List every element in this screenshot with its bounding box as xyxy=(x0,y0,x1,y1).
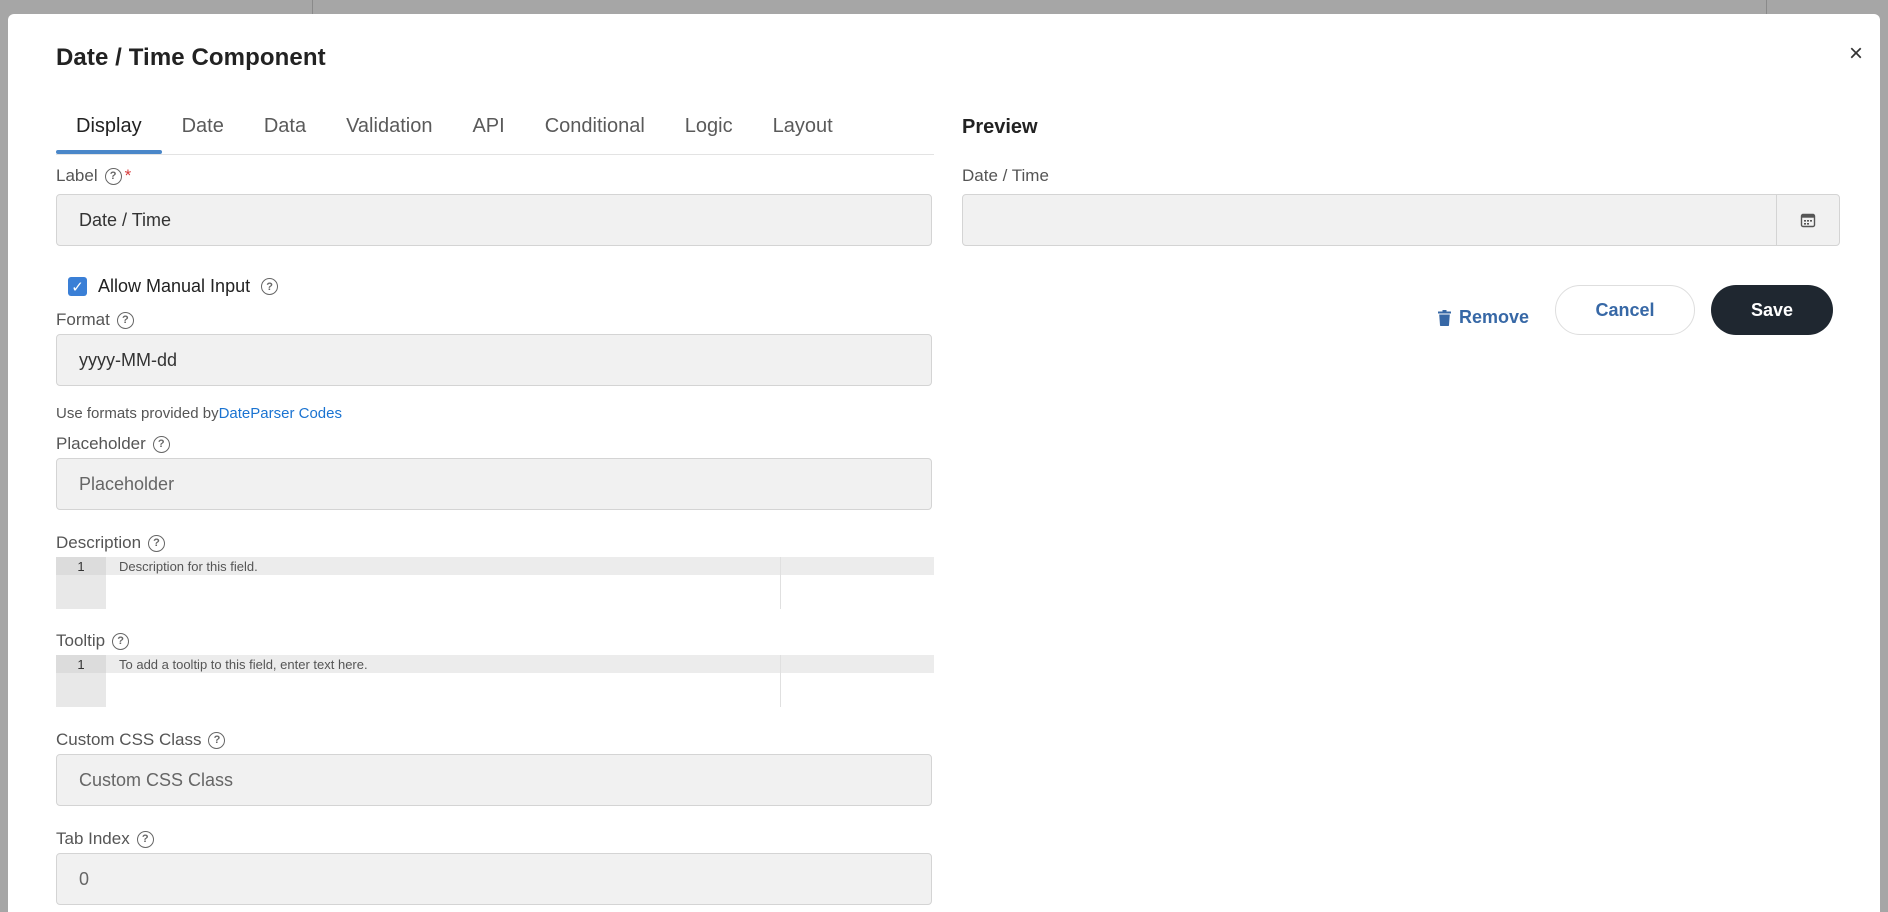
help-icon[interactable]: ? xyxy=(148,534,166,552)
backdrop-divider xyxy=(312,0,313,14)
backdrop-divider xyxy=(1766,0,1767,14)
format-hint-text: Use formats provided by xyxy=(56,405,219,422)
tab-data[interactable]: Data xyxy=(244,102,326,153)
help-icon[interactable]: ? xyxy=(261,278,279,295)
placeholder-input[interactable]: Placeholder xyxy=(56,458,932,510)
save-button[interactable]: Save xyxy=(1711,285,1833,335)
calendar-icon xyxy=(1800,213,1816,228)
tab-index-title: Tab Index xyxy=(56,829,130,848)
description-editor[interactable]: 1 Description for this field. xyxy=(56,557,934,609)
help-icon[interactable]: ? xyxy=(208,731,226,749)
help-icon[interactable]: ? xyxy=(136,830,154,848)
allow-manual-input-label[interactable]: Allow Manual Input xyxy=(98,276,250,297)
help-icon[interactable]: ? xyxy=(112,632,130,650)
tooltip-editor[interactable]: 1 To add a tooltip to this field, enter … xyxy=(56,655,934,707)
editor-placeholder: Description for this field. xyxy=(119,558,258,574)
preview-field-label: Date / Time xyxy=(962,166,1049,186)
label-input[interactable]: Date / Time xyxy=(56,194,932,246)
label-field-label: Label ? * xyxy=(56,166,131,186)
tab-logic[interactable]: Logic xyxy=(665,102,753,153)
label-title: Label xyxy=(56,166,98,185)
remove-label: Remove xyxy=(1459,307,1530,327)
help-icon[interactable]: ? xyxy=(104,167,122,185)
tab-validation[interactable]: Validation xyxy=(326,102,452,153)
preview-datetime-input[interactable] xyxy=(962,194,1840,246)
tooltip-title: Tooltip xyxy=(56,631,106,650)
trash-icon xyxy=(1438,309,1451,326)
placeholder-field-label: Placeholder ? xyxy=(56,434,170,454)
close-icon: × xyxy=(1848,40,1863,67)
tab-display[interactable]: Display xyxy=(56,102,162,154)
placeholder-title: Placeholder xyxy=(56,434,146,453)
allow-manual-input-row: ✓ Allow Manual Input ? xyxy=(68,276,279,297)
preview-label-text: Date / Time xyxy=(962,166,1049,185)
editor-print-margin xyxy=(780,655,781,707)
description-field-label: Description ? xyxy=(56,533,166,553)
tab-conditional[interactable]: Conditional xyxy=(525,102,665,153)
line-number: 1 xyxy=(56,557,106,575)
custom-css-title: Custom CSS Class xyxy=(56,730,202,749)
dialog-title: Date / Time Component xyxy=(56,44,326,71)
editor-placeholder: To add a tooltip to this field, enter te… xyxy=(119,656,368,672)
close-button[interactable]: × xyxy=(1844,40,1868,67)
allow-manual-input-checkbox[interactable]: ✓ xyxy=(68,277,87,296)
editor-print-margin xyxy=(780,557,781,609)
settings-tabs: Display Date Data Validation API Conditi… xyxy=(56,102,934,155)
tab-layout[interactable]: Layout xyxy=(753,102,853,153)
custom-css-input[interactable]: Custom CSS Class xyxy=(56,754,932,806)
custom-css-field-label: Custom CSS Class ? xyxy=(56,730,226,750)
preview-title: Preview xyxy=(962,116,1038,138)
tab-date[interactable]: Date xyxy=(162,102,244,153)
checkmark-icon: ✓ xyxy=(71,278,84,296)
cancel-button[interactable]: Cancel xyxy=(1555,285,1695,335)
tab-index-field-label: Tab Index ? xyxy=(56,829,154,849)
calendar-button[interactable] xyxy=(1776,195,1839,245)
component-settings-dialog: Date / Time Component × Display Date Dat… xyxy=(8,14,1880,912)
format-hint: Use formats provided byDateParser Codes xyxy=(56,405,342,422)
format-field-label: Format ? xyxy=(56,310,134,330)
dateparser-codes-link[interactable]: DateParser Codes xyxy=(219,405,342,422)
tab-api[interactable]: API xyxy=(452,102,524,153)
line-number: 1 xyxy=(56,655,106,673)
tab-index-input[interactable]: 0 xyxy=(56,853,932,905)
help-icon[interactable]: ? xyxy=(152,435,170,453)
remove-button[interactable]: Remove xyxy=(1438,307,1529,328)
format-title: Format xyxy=(56,310,110,329)
tooltip-field-label: Tooltip ? xyxy=(56,631,130,651)
required-marker: * xyxy=(124,166,132,185)
description-title: Description xyxy=(56,533,142,552)
format-input[interactable]: yyyy-MM-dd xyxy=(56,334,932,386)
help-icon[interactable]: ? xyxy=(116,311,134,329)
